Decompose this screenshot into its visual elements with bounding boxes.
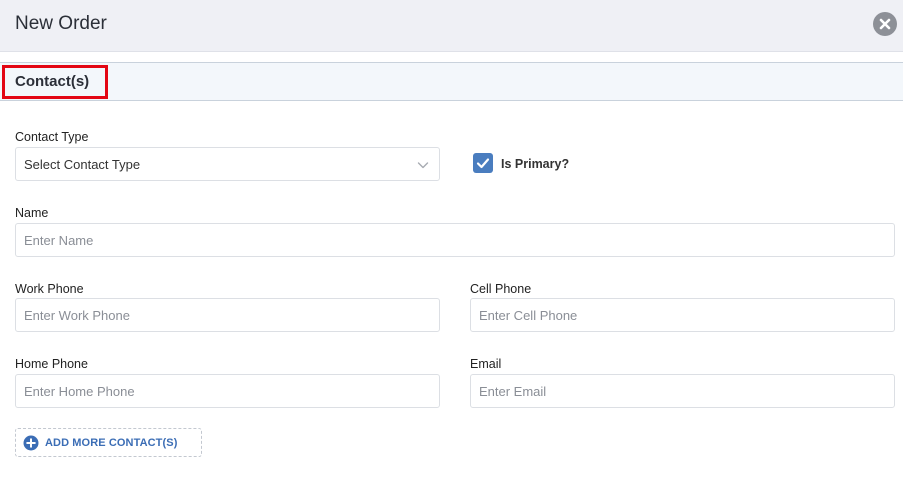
email-label: Email — [470, 357, 502, 371]
work-phone-label: Work Phone — [15, 282, 84, 296]
email-input[interactable] — [470, 374, 895, 408]
home-phone-input[interactable] — [15, 374, 440, 408]
modal-title: New Order — [15, 13, 107, 34]
contact-type-value: Select Contact Type — [24, 157, 141, 172]
contact-type-select[interactable]: Select Contact Type — [15, 147, 440, 181]
name-input[interactable] — [15, 223, 895, 257]
chevron-down-icon — [417, 162, 429, 169]
is-primary-checkbox[interactable] — [473, 153, 493, 173]
name-label: Name — [15, 206, 49, 220]
add-more-contacts-label: ADD MORE CONTACT(S) — [45, 437, 178, 449]
contact-type-label: Contact Type — [15, 130, 89, 144]
contacts-section-header: Contact(s) — [0, 62, 903, 101]
section-title-highlight — [2, 65, 108, 99]
work-phone-input[interactable] — [15, 298, 440, 332]
checkmark-icon — [476, 158, 490, 169]
close-button[interactable] — [873, 12, 897, 36]
modal-header: New Order — [0, 0, 903, 52]
cell-phone-input[interactable] — [470, 298, 895, 332]
plus-circle-icon — [23, 435, 39, 451]
add-more-contacts-button[interactable]: ADD MORE CONTACT(S) — [15, 428, 202, 457]
close-circle-icon — [879, 18, 891, 30]
cell-phone-label: Cell Phone — [470, 282, 532, 296]
home-phone-label: Home Phone — [15, 357, 88, 371]
is-primary-label: Is Primary? — [501, 157, 570, 171]
